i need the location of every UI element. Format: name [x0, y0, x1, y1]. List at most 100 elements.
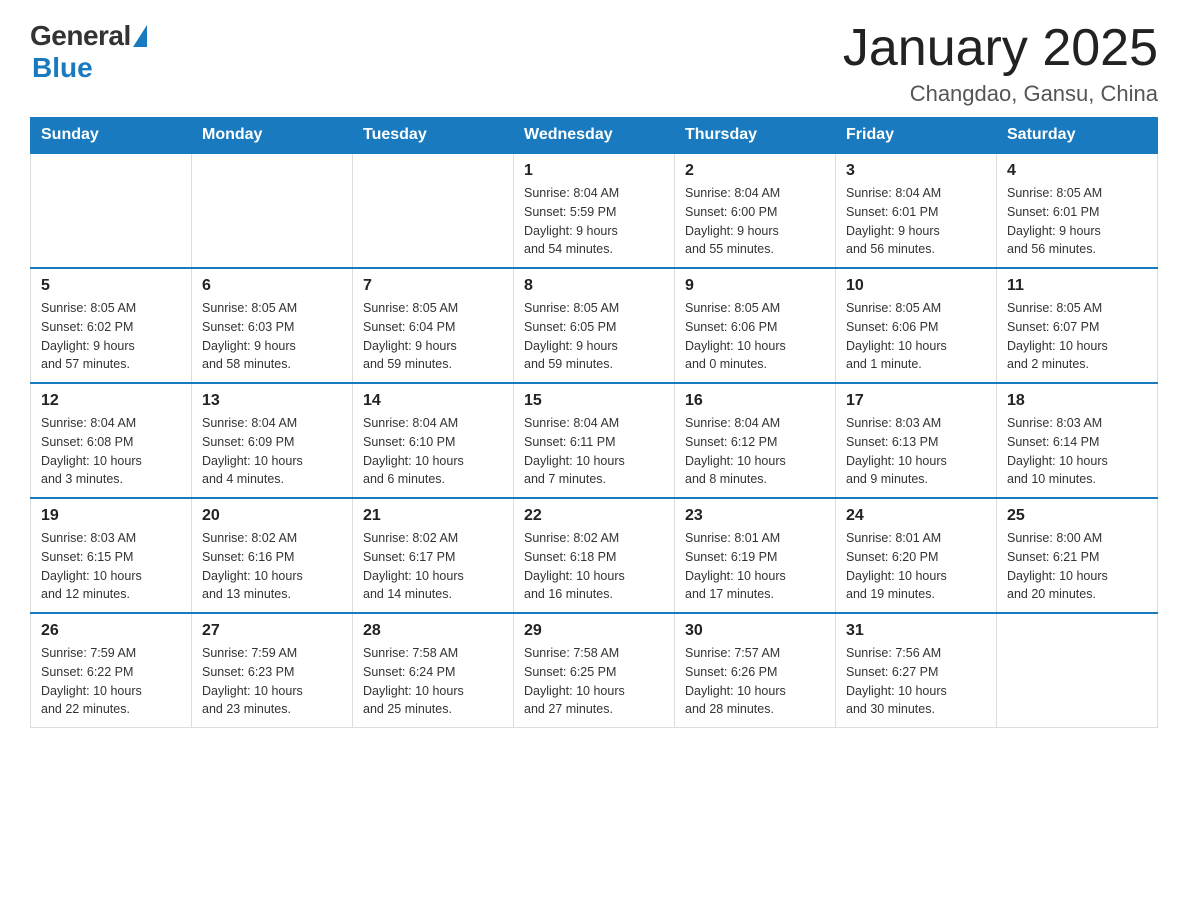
day-info: Sunrise: 8:02 AM Sunset: 6:17 PM Dayligh… [363, 529, 503, 604]
header-friday: Friday [836, 118, 997, 154]
calendar-cell: 17 Sunrise: 8:03 AM Sunset: 6:13 PM Dayli… [836, 383, 997, 498]
calendar-table: SundayMondayTuesdayWednesdayThursdayFrid… [30, 117, 1158, 728]
day-info: Sunrise: 8:04 AM Sunset: 5:59 PM Dayligh… [524, 184, 664, 259]
day-number: 20 [202, 507, 342, 525]
header-tuesday: Tuesday [353, 118, 514, 154]
day-number: 30 [685, 622, 825, 640]
day-info: Sunrise: 7:56 AM Sunset: 6:27 PM Dayligh… [846, 644, 986, 719]
day-number: 29 [524, 622, 664, 640]
day-number: 3 [846, 162, 986, 180]
calendar-cell [997, 613, 1158, 728]
day-info: Sunrise: 8:03 AM Sunset: 6:15 PM Dayligh… [41, 529, 181, 604]
day-number: 19 [41, 507, 181, 525]
calendar-cell: 14Sunrise: 8:04 AM Sunset: 6:10 PM Dayli… [353, 383, 514, 498]
day-number: 15 [524, 392, 664, 410]
calendar-cell: 4Sunrise: 8:05 AM Sunset: 6:01 PM Daylig… [997, 153, 1158, 268]
day-info: Sunrise: 8:04 AM Sunset: 6:09 PM Dayligh… [202, 414, 342, 489]
day-info: Sunrise: 8:02 AM Sunset: 6:16 PM Dayligh… [202, 529, 342, 604]
calendar-cell: 21Sunrise: 8:02 AM Sunset: 6:17 PM Dayli… [353, 498, 514, 613]
calendar-cell: 16 Sunrise: 8:04 AM Sunset: 6:12 PM Dayli… [675, 383, 836, 498]
header: General Blue January 2025 Changdao, Gans… [30, 20, 1158, 107]
calendar-cell: 18Sunrise: 8:03 AM Sunset: 6:14 PM Dayli… [997, 383, 1158, 498]
day-info: Sunrise: 8:05 AM Sunset: 6:05 PM Dayligh… [524, 299, 664, 374]
calendar-week-row: 12 Sunrise: 8:04 AM Sunset: 6:08 PM Dayli… [31, 383, 1158, 498]
day-info: Sunrise: 8:01 AM Sunset: 6:19 PM Dayligh… [685, 529, 825, 604]
header-monday: Monday [192, 118, 353, 154]
calendar-cell: 10Sunrise: 8:05 AM Sunset: 6:06 PM Dayli… [836, 268, 997, 383]
day-info: Sunrise: 8:05 AM Sunset: 6:01 PM Dayligh… [1007, 184, 1147, 259]
calendar-week-row: 5Sunrise: 8:05 AM Sunset: 6:02 PM Daylig… [31, 268, 1158, 383]
day-number: 26 [41, 622, 181, 640]
day-number: 27 [202, 622, 342, 640]
day-number: 12 [41, 392, 181, 410]
calendar-cell: 12 Sunrise: 8:04 AM Sunset: 6:08 PM Dayli… [31, 383, 192, 498]
day-number: 1 [524, 162, 664, 180]
day-info: Sunrise: 8:04 AM Sunset: 6:01 PM Dayligh… [846, 184, 986, 259]
calendar-cell [353, 153, 514, 268]
day-info: Sunrise: 8:05 AM Sunset: 6:04 PM Dayligh… [363, 299, 503, 374]
calendar-header-row: SundayMondayTuesdayWednesdayThursdayFrid… [31, 118, 1158, 154]
day-info: Sunrise: 8:03 AM Sunset: 6:13 PM Dayligh… [846, 414, 986, 489]
calendar-cell: 19 Sunrise: 8:03 AM Sunset: 6:15 PM Dayli… [31, 498, 192, 613]
day-number: 17 [846, 392, 986, 410]
logo-general-text: General [30, 20, 131, 52]
calendar-title: January 2025 [843, 20, 1158, 77]
title-section: January 2025 Changdao, Gansu, China [843, 20, 1158, 107]
day-info: Sunrise: 8:04 AM Sunset: 6:12 PM Dayligh… [685, 414, 825, 489]
calendar-cell: 6Sunrise: 8:05 AM Sunset: 6:03 PM Daylig… [192, 268, 353, 383]
day-number: 9 [685, 277, 825, 295]
day-info: Sunrise: 8:04 AM Sunset: 6:11 PM Dayligh… [524, 414, 664, 489]
calendar-cell: 28 Sunrise: 7:58 AM Sunset: 6:24 PM Dayli… [353, 613, 514, 728]
calendar-cell: 1 Sunrise: 8:04 AM Sunset: 5:59 PM Daylig… [514, 153, 675, 268]
day-number: 31 [846, 622, 986, 640]
day-info: Sunrise: 8:04 AM Sunset: 6:00 PM Dayligh… [685, 184, 825, 259]
calendar-cell: 8 Sunrise: 8:05 AM Sunset: 6:05 PM Daylig… [514, 268, 675, 383]
day-number: 13 [202, 392, 342, 410]
day-number: 2 [685, 162, 825, 180]
calendar-cell [192, 153, 353, 268]
day-number: 24 [846, 507, 986, 525]
day-number: 8 [524, 277, 664, 295]
calendar-cell: 5Sunrise: 8:05 AM Sunset: 6:02 PM Daylig… [31, 268, 192, 383]
day-number: 28 [363, 622, 503, 640]
day-info: Sunrise: 7:57 AM Sunset: 6:26 PM Dayligh… [685, 644, 825, 719]
calendar-cell: 31 Sunrise: 7:56 AM Sunset: 6:27 PM Dayli… [836, 613, 997, 728]
day-info: Sunrise: 7:59 AM Sunset: 6:23 PM Dayligh… [202, 644, 342, 719]
calendar-cell: 15 Sunrise: 8:04 AM Sunset: 6:11 PM Dayli… [514, 383, 675, 498]
day-number: 5 [41, 277, 181, 295]
header-wednesday: Wednesday [514, 118, 675, 154]
header-thursday: Thursday [675, 118, 836, 154]
day-info: Sunrise: 8:02 AM Sunset: 6:18 PM Dayligh… [524, 529, 664, 604]
day-info: Sunrise: 7:58 AM Sunset: 6:24 PM Dayligh… [363, 644, 503, 719]
header-saturday: Saturday [997, 118, 1158, 154]
calendar-cell: 27 Sunrise: 7:59 AM Sunset: 6:23 PM Dayli… [192, 613, 353, 728]
day-number: 23 [685, 507, 825, 525]
calendar-cell: 22 Sunrise: 8:02 AM Sunset: 6:18 PM Dayli… [514, 498, 675, 613]
logo-triangle-icon [133, 25, 147, 47]
day-number: 10 [846, 277, 986, 295]
calendar-cell: 3 Sunrise: 8:04 AM Sunset: 6:01 PM Daylig… [836, 153, 997, 268]
calendar-cell: 29Sunrise: 7:58 AM Sunset: 6:25 PM Dayli… [514, 613, 675, 728]
calendar-cell: 30 Sunrise: 7:57 AM Sunset: 6:26 PM Dayli… [675, 613, 836, 728]
day-number: 22 [524, 507, 664, 525]
calendar-cell: 25Sunrise: 8:00 AM Sunset: 6:21 PM Dayli… [997, 498, 1158, 613]
day-number: 25 [1007, 507, 1147, 525]
day-info: Sunrise: 8:04 AM Sunset: 6:08 PM Dayligh… [41, 414, 181, 489]
day-info: Sunrise: 8:05 AM Sunset: 6:07 PM Dayligh… [1007, 299, 1147, 374]
logo: General Blue [30, 20, 147, 84]
calendar-cell: 7Sunrise: 8:05 AM Sunset: 6:04 PM Daylig… [353, 268, 514, 383]
day-info: Sunrise: 8:05 AM Sunset: 6:06 PM Dayligh… [685, 299, 825, 374]
calendar-subtitle: Changdao, Gansu, China [843, 81, 1158, 107]
day-number: 11 [1007, 277, 1147, 295]
calendar-cell: 23 Sunrise: 8:01 AM Sunset: 6:19 PM Dayli… [675, 498, 836, 613]
calendar-cell: 11 Sunrise: 8:05 AM Sunset: 6:07 PM Dayli… [997, 268, 1158, 383]
day-number: 14 [363, 392, 503, 410]
day-info: Sunrise: 8:03 AM Sunset: 6:14 PM Dayligh… [1007, 414, 1147, 489]
day-number: 16 [685, 392, 825, 410]
logo-blue-text: Blue [32, 52, 93, 84]
calendar-cell: 2 Sunrise: 8:04 AM Sunset: 6:00 PM Daylig… [675, 153, 836, 268]
day-info: Sunrise: 7:59 AM Sunset: 6:22 PM Dayligh… [41, 644, 181, 719]
calendar-cell: 24Sunrise: 8:01 AM Sunset: 6:20 PM Dayli… [836, 498, 997, 613]
calendar-cell: 9 Sunrise: 8:05 AM Sunset: 6:06 PM Daylig… [675, 268, 836, 383]
calendar-cell: 26 Sunrise: 7:59 AM Sunset: 6:22 PM Dayli… [31, 613, 192, 728]
